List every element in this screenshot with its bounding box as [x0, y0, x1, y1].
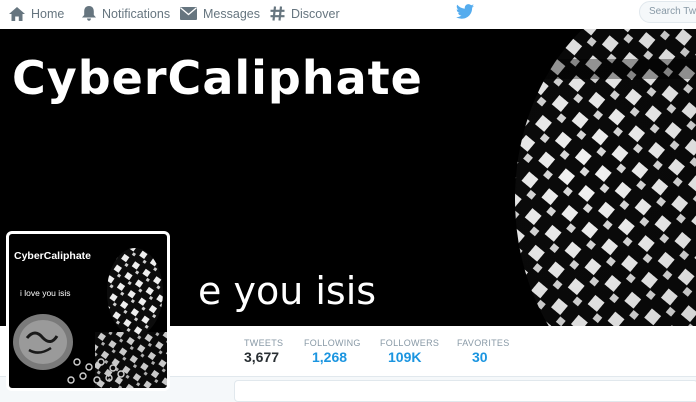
- avatar-title: CyberCaliphate: [14, 250, 92, 262]
- nav-notifications-label: Notifications: [102, 6, 171, 21]
- nav-discover-label: Discover: [291, 6, 340, 21]
- home-icon: [9, 6, 25, 21]
- stat-following-label: FOLLOWING: [304, 338, 361, 348]
- stat-followers-value: 109K: [388, 349, 422, 365]
- profile-avatar[interactable]: CyberCaliphate i love you isis: [6, 231, 170, 391]
- nav-messages[interactable]: Messages: [180, 0, 260, 27]
- nav-messages-label: Messages: [203, 6, 260, 21]
- nav-notifications[interactable]: Notifications: [82, 0, 170, 27]
- stat-followers-label: FOLLOWERS: [380, 338, 440, 348]
- envelope-icon: [180, 7, 197, 20]
- top-navigation-bar: Home Notifications Messages Discover Sea…: [0, 0, 696, 30]
- bell-icon: [82, 6, 96, 21]
- nav-discover[interactable]: Discover: [270, 0, 340, 27]
- banner-subtitle: e you isis: [198, 269, 377, 313]
- content-card: [234, 380, 696, 402]
- banner-title: CyberCaliphate: [12, 51, 423, 105]
- search-placeholder: Search Twitter: [649, 6, 696, 17]
- twitter-bird-icon[interactable]: [456, 4, 474, 24]
- hashtag-icon: [270, 6, 285, 21]
- nav-home-label: Home: [31, 6, 65, 21]
- avatar-subtitle: i love you isis: [20, 288, 71, 298]
- stat-favorites-label: FAVORITES: [457, 338, 510, 348]
- nav-home[interactable]: Home: [9, 0, 64, 27]
- stat-tweets-label: TWEETS: [244, 338, 284, 348]
- stat-tweets-value: 3,677: [244, 349, 280, 365]
- search-input[interactable]: Search Twitter: [639, 1, 696, 23]
- stat-following-value: 1,268: [312, 349, 348, 365]
- stat-favorites-value: 30: [472, 349, 488, 365]
